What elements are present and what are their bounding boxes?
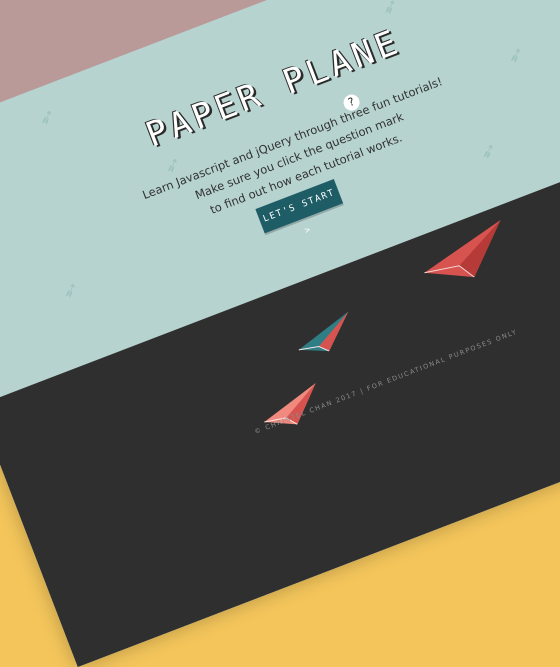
paper-plane-pattern-icon: ➶ — [476, 136, 501, 165]
paper-plane-pattern-icon: ➶ — [34, 102, 59, 131]
paper-plane-pattern-icon: ➶ — [58, 275, 83, 304]
page-scene: ➶ ➶ ➶ ➶ ➶ ➶ ➶ ➶ ➶ ➶ PAPER PLANE ? Learn … — [0, 0, 560, 667]
paper-plane-pattern-icon: ➶ — [377, 0, 403, 21]
page-canvas: ➶ ➶ ➶ ➶ ➶ ➶ ➶ ➶ ➶ ➶ PAPER PLANE ? Learn … — [0, 0, 560, 667]
